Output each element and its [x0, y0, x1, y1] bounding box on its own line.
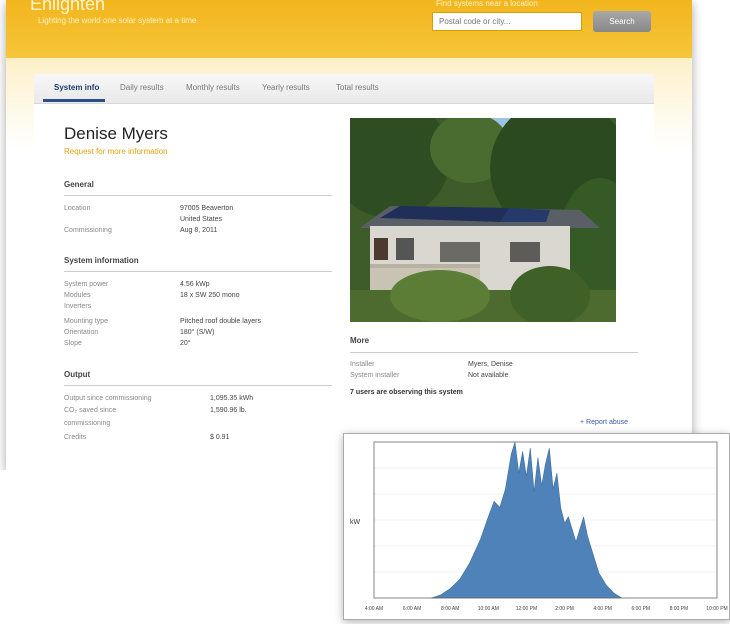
system-value: 20° [180, 340, 191, 347]
general-heading: General [64, 180, 94, 189]
x-tick-label: 6:00 AM [403, 606, 421, 612]
x-tick-label: 4:00 AM [365, 606, 383, 612]
brand-logo[interactable]: Enlighten [30, 0, 105, 15]
x-tick-label: 10:00 PM [706, 606, 727, 612]
tab-total-results[interactable]: Total results [336, 83, 379, 92]
general-value: United States [180, 216, 223, 223]
general-value: Aug 8, 2011 [180, 227, 218, 234]
installer-link[interactable]: Myers, Denise [468, 361, 513, 368]
main-content: System info Daily results Monthly result… [34, 74, 654, 470]
output-label: Output since commissioning [64, 395, 152, 402]
system-label: Mounting type [64, 318, 108, 325]
production-chart-card: kW 4:00 AM 6:00 AM 8:00 AM 10:00 AM 12:00 PM… [343, 433, 730, 620]
background [0, 470, 343, 623]
search-input[interactable] [432, 12, 582, 31]
output-value: 1,590.96 lb. [210, 407, 247, 414]
y-axis-label: kW [350, 519, 361, 526]
general-label: Location [64, 205, 91, 212]
output-label: commissioning [64, 420, 111, 427]
system-label: Inverters [64, 303, 92, 310]
output-heading: Output [64, 370, 91, 379]
system-page-card: Enlighten Lighting the world one solar s… [6, 0, 692, 470]
x-tick-label: 2:00 PM [555, 606, 574, 612]
tagline: Lighting the world one solar system at a… [38, 16, 197, 25]
system-value: 180° (S/W) [180, 329, 215, 336]
divider [64, 195, 332, 196]
divider [64, 271, 332, 272]
site-header: Enlighten Lighting the world one solar s… [6, 0, 692, 58]
output-label: CO₂ saved since [64, 407, 117, 414]
x-tick-label: 8:00 PM [670, 606, 689, 612]
system-info-heading: System information [64, 256, 139, 265]
output-label: Credits [64, 434, 87, 441]
active-tab-indicator [43, 99, 105, 102]
system-label: System power [64, 281, 109, 288]
photo-illustration [350, 118, 616, 322]
divider [64, 385, 332, 386]
x-tick-label: 12:00 PM [516, 606, 537, 612]
tab-bar: System info Daily results Monthly result… [34, 74, 654, 104]
x-tick-label: 8:00 AM [441, 606, 459, 612]
system-value: 18 x SW 250 mono [180, 292, 240, 299]
x-tick-label: 4:00 PM [593, 606, 612, 612]
divider [350, 352, 638, 353]
system-value: 4.56 kWp [180, 281, 210, 288]
report-abuse-link[interactable]: + Report abuse [580, 419, 628, 426]
x-tick-label: 6:00 PM [631, 606, 650, 612]
x-tick-label: 10:00 AM [478, 606, 499, 612]
search-button[interactable]: Search [593, 11, 651, 32]
owner-name: Denise Myers [64, 124, 168, 143]
general-label: Commissioning [64, 227, 112, 234]
output-value: 1,095.35 kWh [210, 395, 254, 402]
info-request-link[interactable]: Request for more information [64, 147, 168, 156]
tab-daily-results[interactable]: Daily results [120, 83, 164, 92]
search-label: Find systems near a location [436, 0, 538, 8]
tab-yearly-results[interactable]: Yearly results [262, 83, 310, 92]
tab-system-info[interactable]: System info [54, 83, 99, 92]
more-heading: More [350, 336, 370, 345]
system-label: Slope [64, 340, 82, 347]
system-label: Modules [64, 292, 91, 299]
system-value: Pitched roof double layers [180, 318, 261, 325]
more-value: Not available [468, 372, 509, 379]
system-label: Orientation [64, 329, 99, 336]
tab-monthly-results[interactable]: Monthly results [186, 83, 240, 92]
more-label: System installer [350, 372, 400, 379]
more-label: Installer [350, 361, 375, 368]
general-value: 97005 Beaverton [180, 205, 234, 212]
output-value: $ 0.91 [210, 434, 230, 441]
production-chart: kW 4:00 AM 6:00 AM 8:00 AM 10:00 AM 12:00 PM… [350, 441, 728, 612]
house-solar-photo [350, 118, 616, 322]
observers-count: 7 users are observing this system [350, 389, 463, 396]
x-axis-ticks: 4:00 AM 6:00 AM 8:00 AM 10:00 AM 12:00 PM 2:0… [365, 606, 728, 612]
